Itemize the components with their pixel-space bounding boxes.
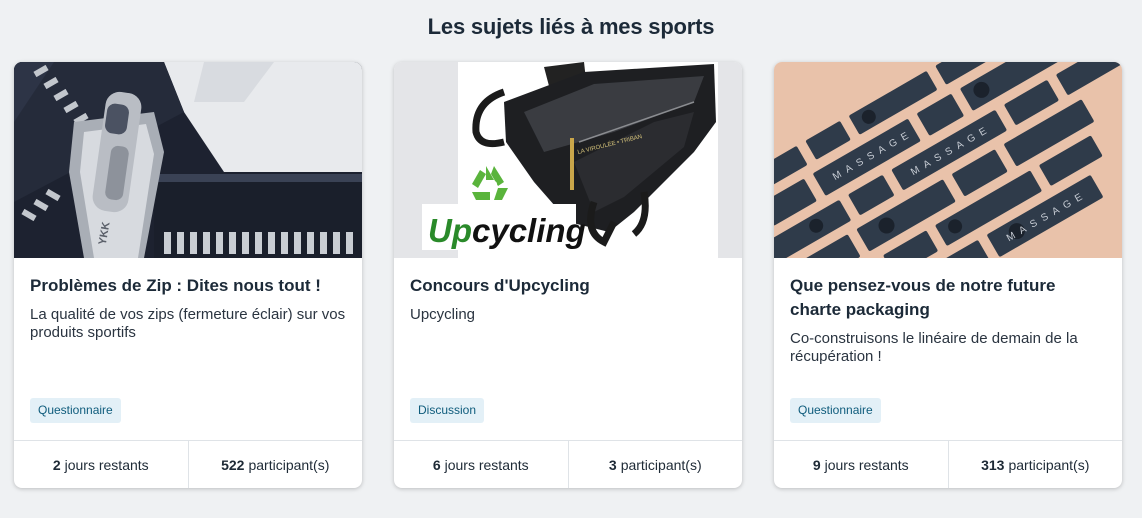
days-remaining-value: 6 xyxy=(432,457,441,473)
participant-count: 522 participant(s) xyxy=(187,441,363,488)
participant-count-label: participant(s) xyxy=(248,457,330,473)
days-remaining-label: jours restants xyxy=(824,457,909,473)
participant-count: 3 participant(s) xyxy=(567,441,743,488)
participant-count-label: participant(s) xyxy=(1008,457,1090,473)
days-remaining-label: jours restants xyxy=(444,457,529,473)
topic-type-badge: Discussion xyxy=(410,398,485,423)
topic-card-packaging[interactable]: MASSAGE MASSAGE MASSAGE Que pensez-vous … xyxy=(774,62,1122,488)
card-image-packaging: MASSAGE MASSAGE MASSAGE xyxy=(774,62,1122,258)
days-remaining-value: 9 xyxy=(812,457,821,473)
section-title: Les sujets liés à mes sports xyxy=(427,14,715,39)
card-description: La qualité de vos zips (fermeture éclair… xyxy=(30,306,346,341)
card-footer: 6 jours restants 3 participant(s) xyxy=(394,440,742,488)
participant-count-value: 522 xyxy=(221,457,245,473)
topic-card-upcycling[interactable]: LA VIROULÉE • TRIBAN Upcycling Concours … xyxy=(394,62,742,488)
days-remaining-value: 2 xyxy=(52,457,61,473)
card-footer: 9 jours restants 313 participant(s) xyxy=(774,440,1122,488)
topic-type-badge: Questionnaire xyxy=(790,398,881,423)
participant-count-value: 3 xyxy=(608,457,617,473)
card-description: Upcycling xyxy=(410,306,476,323)
topic-card-zip[interactable]: YKK Problèmes de Zip : Dites nous tout !… xyxy=(14,62,362,488)
card-description: Co-construisons le linéaire de demain de… xyxy=(790,330,1078,365)
days-remaining-label: jours restants xyxy=(64,457,149,473)
participant-count: 313 participant(s) xyxy=(947,441,1123,488)
card-image-upcycling: LA VIROULÉE • TRIBAN Upcycling xyxy=(394,62,742,258)
card-footer: 2 jours restants 522 participant(s) xyxy=(14,440,362,488)
card-image-zipper: YKK xyxy=(14,62,362,258)
days-remaining: 9 jours restants xyxy=(774,441,948,488)
participant-count-value: 313 xyxy=(981,457,1005,473)
days-remaining: 2 jours restants xyxy=(14,441,188,488)
card-title[interactable]: Problèmes de Zip : Dites nous tout ! xyxy=(30,274,346,298)
participant-count-label: participant(s) xyxy=(620,457,702,473)
topic-type-badge: Questionnaire xyxy=(30,398,121,423)
upcycling-logo-text: Upcycling xyxy=(428,212,586,249)
days-remaining: 6 jours restants xyxy=(394,441,568,488)
card-title[interactable]: Concours d'Upcycling xyxy=(410,274,726,298)
card-title[interactable]: Que pensez-vous de notre future charte p… xyxy=(790,274,1106,322)
